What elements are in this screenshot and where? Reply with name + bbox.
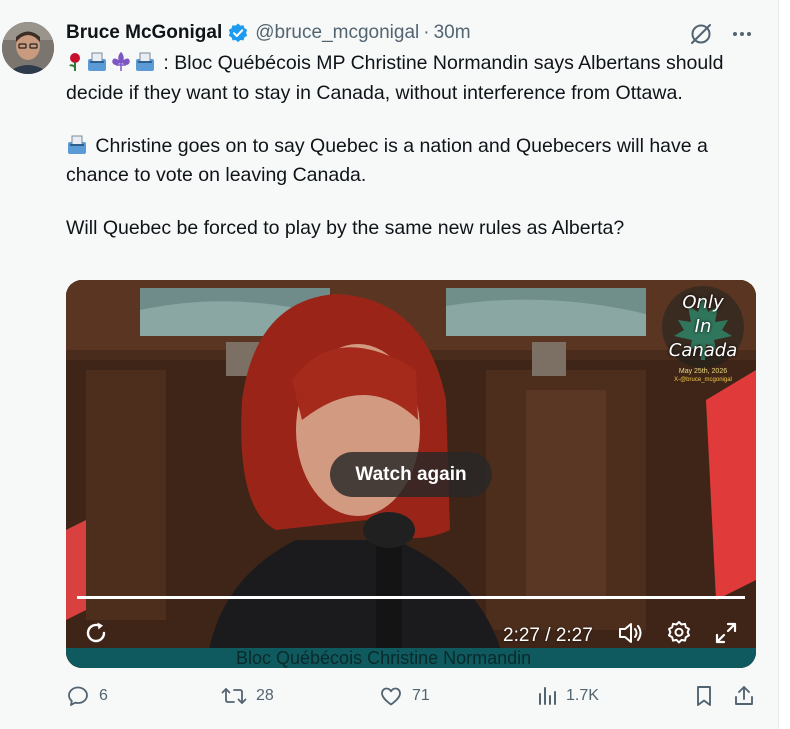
settings-gear-icon[interactable]: [666, 620, 692, 646]
grok-icon[interactable]: [689, 22, 713, 46]
watermark-line-2: In: [694, 316, 712, 337]
fullscreen-icon[interactable]: [713, 620, 739, 646]
tweet-text: : Bloc Québécois MP Christine Normandin …: [66, 50, 756, 242]
tweet-text-2: Christine goes on to say Quebec is a nat…: [66, 134, 708, 187]
ballot-box-icon: [134, 52, 156, 80]
video-caption-text: Bloc Québécois Christine Normandin: [236, 648, 532, 668]
video-progress-bar[interactable]: [77, 596, 745, 599]
views-count: 1.7K: [566, 687, 599, 704]
channel-watermark: Only In Canada May 25th, 2026 X-@bruce_m…: [660, 286, 746, 390]
ballot-box-icon: [66, 135, 88, 163]
separator-dot: ·: [423, 22, 430, 43]
watermark-date: May 25th, 2026: [678, 368, 728, 375]
video-time-readout: 2:27 / 2:27: [503, 625, 593, 646]
views-button[interactable]: 1.7K: [537, 684, 599, 708]
author-name[interactable]: Bruce McGonigal: [66, 22, 222, 44]
repost-count: 28: [256, 687, 274, 704]
rose-emoji-icon: [66, 52, 84, 80]
share-icon: [735, 686, 753, 705]
repost-icon: [221, 688, 247, 704]
reply-icon: [68, 686, 88, 706]
verified-badge-icon[interactable]: [227, 22, 249, 44]
tweet-text-1: : Bloc Québécois MP Christine Normandin …: [66, 52, 724, 104]
reply-count: 6: [99, 687, 108, 704]
reply-button[interactable]: 6: [66, 684, 108, 708]
tweet-paragraph-1: : Bloc Québécois MP Christine Normandin …: [66, 50, 756, 106]
heart-icon: [381, 687, 401, 706]
views-chart-icon: [539, 687, 556, 705]
post-time[interactable]: 30m: [434, 22, 471, 44]
tweet-header: Bruce McGonigal @bruce_mcgonigal · 30m: [66, 21, 471, 45]
video-caption-bar: Bloc Québécois Christine Normandin: [66, 648, 756, 668]
tweet-text-3: Will Quebec be forced to play by the sam…: [66, 217, 625, 239]
like-count: 71: [412, 687, 430, 704]
watch-again-button[interactable]: Watch again: [330, 452, 492, 497]
tweet-actions: 6 28 71 1.7K: [66, 684, 756, 712]
share-button[interactable]: [733, 684, 755, 708]
header-actions: [689, 22, 753, 46]
tweet-card[interactable]: Bruce McGonigal @bruce_mcgonigal · 30m:…: [0, 0, 779, 729]
author-handle[interactable]: @bruce_mcgonigal: [255, 22, 419, 44]
replay-icon[interactable]: [83, 620, 109, 646]
avatar[interactable]: [2, 22, 54, 74]
volume-icon[interactable]: [617, 620, 643, 646]
watermark-line-1: Only: [682, 292, 724, 313]
bookmark-icon: [697, 686, 711, 706]
video-player[interactable]: Only In Canada May 25th, 2026 X-@bruce_m…: [66, 280, 756, 668]
fleur-de-lis-icon: [110, 51, 132, 80]
tweet-paragraph-3: Will Quebec be forced to play by the sam…: [66, 215, 756, 242]
watermark-line-3: Canada: [668, 340, 738, 361]
ballot-box-icon: [86, 52, 108, 80]
watermark-handle: X-@bruce_mcgonigal: [674, 377, 732, 383]
more-icon[interactable]: [731, 23, 753, 45]
repost-button[interactable]: 28: [221, 684, 274, 708]
bookmark-button[interactable]: [693, 684, 715, 708]
tweet-paragraph-2: Christine goes on to say Quebec is a nat…: [66, 133, 756, 189]
like-button[interactable]: 71: [379, 684, 430, 708]
